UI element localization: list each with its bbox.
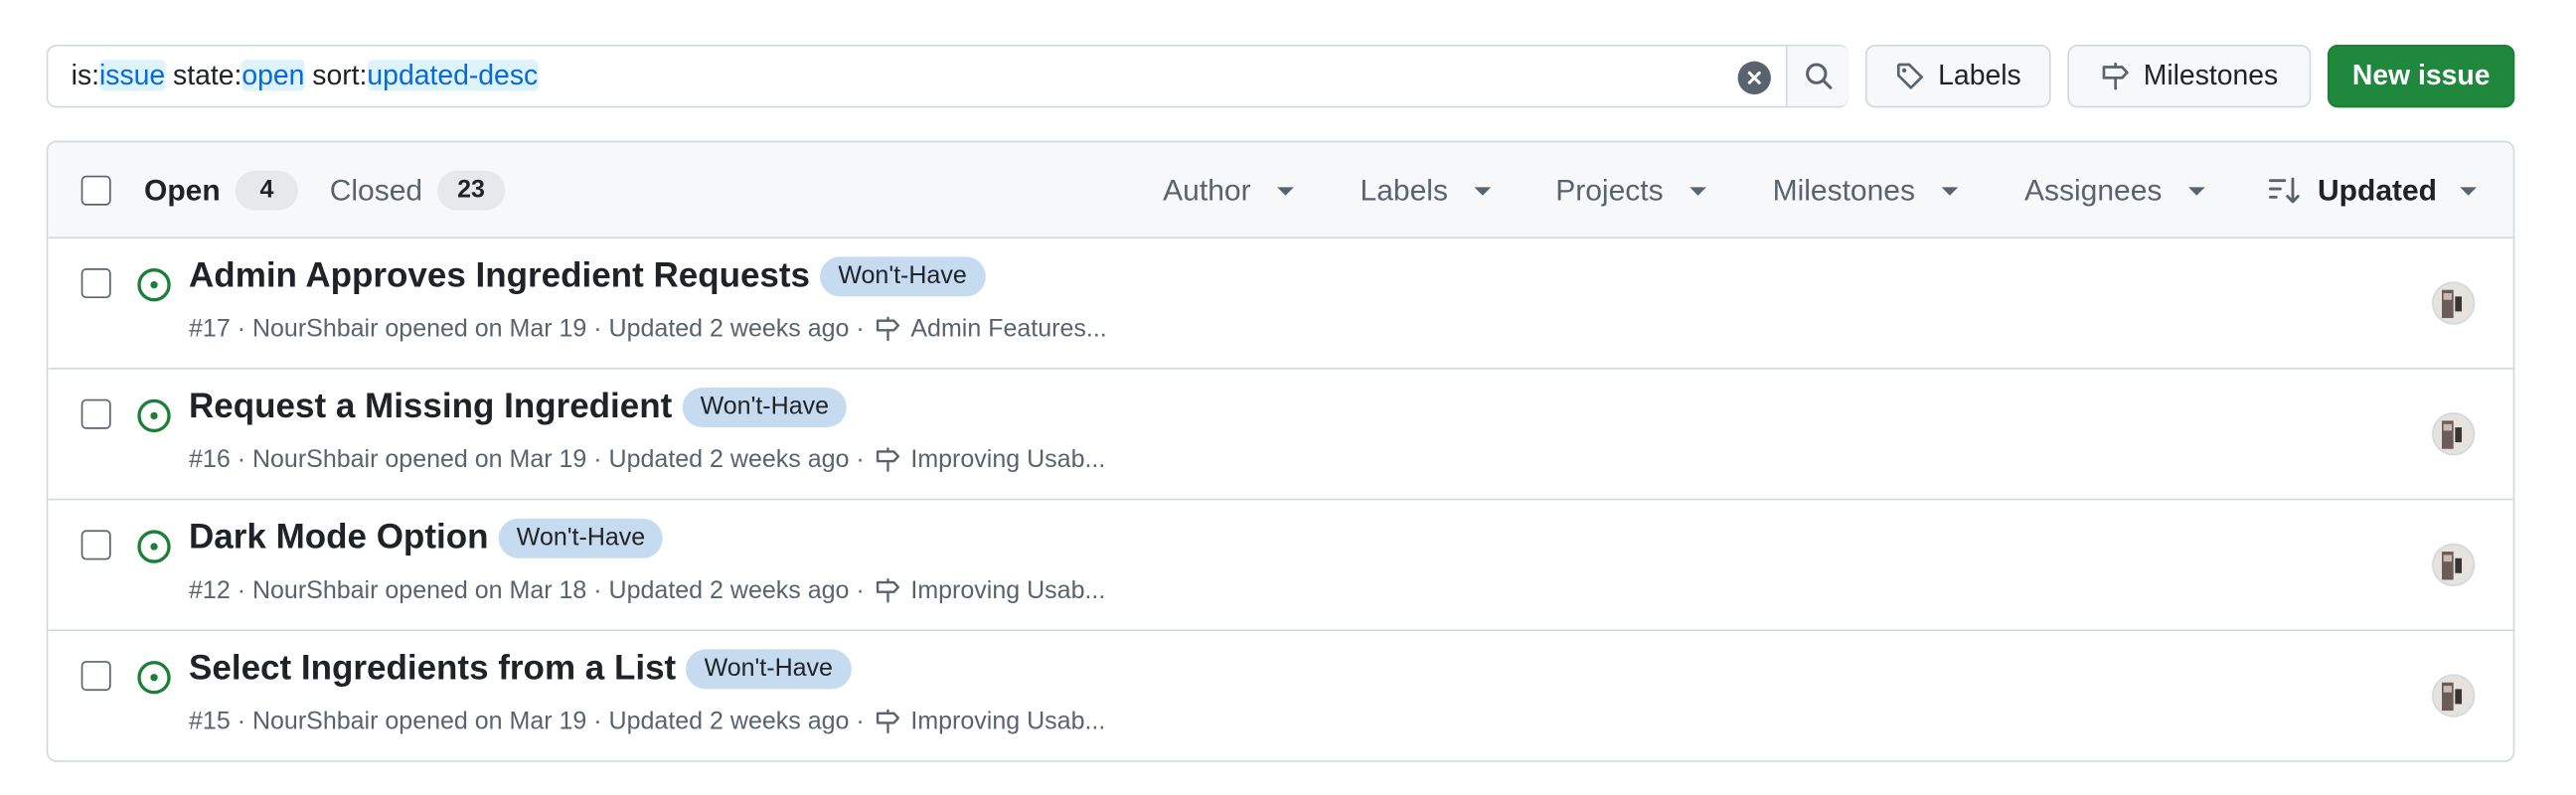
issue-meta: #17 · NourShbair opened on Mar 19 · Upda… bbox=[189, 314, 865, 344]
issue-meta: #12 · NourShbair opened on Mar 18 · Upda… bbox=[189, 576, 865, 605]
issue-title-link[interactable]: Admin Approves Ingredient Requests bbox=[189, 256, 810, 296]
issue-open-icon bbox=[137, 530, 171, 563]
sort-filter[interactable]: Updated bbox=[2268, 142, 2478, 238]
chevron-down-icon bbox=[2460, 186, 2478, 195]
open-count-badge: 4 bbox=[235, 170, 299, 211]
chevron-down-icon bbox=[1941, 186, 1959, 195]
search-query-value: open bbox=[242, 60, 305, 91]
assignee-avatar[interactable] bbox=[2432, 412, 2476, 456]
issue-row: Dark Mode Option Won't-Have #12 · NourSh… bbox=[48, 500, 2513, 632]
issue-row: Request a Missing Ingredient Won't-Have … bbox=[48, 370, 2513, 501]
clear-search-icon[interactable] bbox=[1737, 61, 1771, 95]
issues-toolbar: is:issue state:open sort:updated-desc La… bbox=[46, 45, 2515, 108]
labels-button[interactable]: Labels bbox=[1864, 45, 2051, 108]
labels-button-label: Labels bbox=[1938, 60, 2021, 91]
issue-search-input[interactable]: is:issue state:open sort:updated-desc bbox=[46, 45, 1850, 108]
assignees-filter-label: Assignees bbox=[2023, 173, 2163, 207]
issue-milestone-link[interactable]: Improving Usab... bbox=[910, 576, 1105, 604]
milestone-icon bbox=[876, 447, 899, 472]
issue-label-badge[interactable]: Won't-Have bbox=[682, 388, 848, 428]
assignee-avatar[interactable] bbox=[2432, 281, 2476, 325]
author-filter-label: Author bbox=[1163, 173, 1251, 207]
issue-open-icon bbox=[137, 398, 171, 433]
chevron-down-icon bbox=[1474, 186, 1492, 195]
issue-label-badge[interactable]: Won't-Have bbox=[498, 518, 664, 558]
issue-milestone-link[interactable]: Improving Usab... bbox=[910, 708, 1105, 735]
issue-milestone-link[interactable]: Admin Features... bbox=[910, 315, 1106, 343]
labels-filter[interactable]: Labels bbox=[1361, 142, 1492, 238]
issue-row: Admin Approves Ingredient Requests Won't… bbox=[48, 238, 2513, 370]
chevron-down-icon bbox=[1690, 186, 1706, 195]
search-query-qualifier: is: bbox=[71, 60, 100, 91]
issue-open-icon bbox=[137, 268, 171, 302]
tab-open-label: Open bbox=[144, 173, 221, 207]
issue-checkbox[interactable] bbox=[80, 661, 111, 692]
issue-checkbox[interactable] bbox=[80, 398, 111, 429]
search-query-value: updated-desc bbox=[367, 60, 539, 91]
tab-closed[interactable]: Closed 23 bbox=[330, 142, 505, 238]
issues-list: Open 4 Closed 23 Author Labels Projects … bbox=[46, 140, 2515, 762]
milestones-button-label: Milestones bbox=[2143, 60, 2279, 91]
milestone-icon bbox=[876, 316, 899, 342]
milestone-icon bbox=[876, 709, 899, 734]
assignees-filter[interactable]: Assignees bbox=[2024, 142, 2205, 238]
new-issue-button[interactable]: New issue bbox=[2327, 45, 2515, 108]
author-filter[interactable]: Author bbox=[1163, 142, 1294, 238]
milestones-filter-label: Milestones bbox=[1772, 173, 1916, 207]
search-icon bbox=[1805, 63, 1832, 89]
issue-label-badge[interactable]: Won't-Have bbox=[820, 256, 986, 297]
sort-desc-icon bbox=[2269, 177, 2300, 204]
closed-count-badge: 23 bbox=[437, 170, 505, 211]
milestone-icon bbox=[876, 577, 899, 603]
labels-filter-label: Labels bbox=[1360, 173, 1448, 207]
select-all-checkbox[interactable] bbox=[80, 175, 111, 206]
search-query-qualifier: state: bbox=[165, 60, 242, 91]
search-query[interactable]: is:issue state:open sort:updated-desc bbox=[71, 47, 539, 106]
projects-filter-label: Projects bbox=[1555, 173, 1664, 207]
search-button[interactable] bbox=[1787, 46, 1850, 106]
new-issue-label: New issue bbox=[2351, 60, 2491, 91]
issue-meta: #16 · NourShbair opened on Mar 19 · Upda… bbox=[189, 445, 865, 474]
issue-title-link[interactable]: Dark Mode Option bbox=[189, 519, 488, 558]
projects-filter[interactable]: Projects bbox=[1555, 142, 1706, 238]
issues-list-header: Open 4 Closed 23 Author Labels Projects … bbox=[48, 142, 2513, 239]
issue-title-link[interactable]: Request a Missing Ingredient bbox=[189, 388, 672, 427]
search-query-qualifier: sort: bbox=[304, 60, 368, 91]
issue-checkbox[interactable] bbox=[80, 268, 111, 299]
issue-checkbox[interactable] bbox=[80, 530, 111, 560]
chevron-down-icon bbox=[1277, 186, 1294, 195]
sort-filter-label: Updated bbox=[2317, 173, 2438, 207]
issue-meta: #15 · NourShbair opened on Mar 19 · Upda… bbox=[189, 707, 865, 736]
search-query-value: issue bbox=[99, 60, 166, 91]
milestones-filter[interactable]: Milestones bbox=[1773, 142, 1959, 238]
chevron-down-icon bbox=[2188, 186, 2205, 195]
issue-milestone-link[interactable]: Improving Usab... bbox=[910, 445, 1105, 473]
issue-label-badge[interactable]: Won't-Have bbox=[686, 649, 852, 690]
milestones-button[interactable]: Milestones bbox=[2067, 45, 2312, 108]
assignee-avatar[interactable] bbox=[2432, 674, 2476, 717]
tag-icon bbox=[1896, 63, 1923, 89]
issue-title-link[interactable]: Select Ingredients from a List bbox=[189, 649, 676, 689]
issue-row: Select Ingredients from a List Won't-Hav… bbox=[48, 631, 2512, 760]
issue-open-icon bbox=[137, 661, 171, 695]
assignee-avatar[interactable] bbox=[2432, 543, 2476, 587]
milestone-icon bbox=[2102, 62, 2129, 90]
tab-closed-label: Closed bbox=[329, 173, 423, 207]
tab-open[interactable]: Open 4 bbox=[144, 142, 299, 238]
